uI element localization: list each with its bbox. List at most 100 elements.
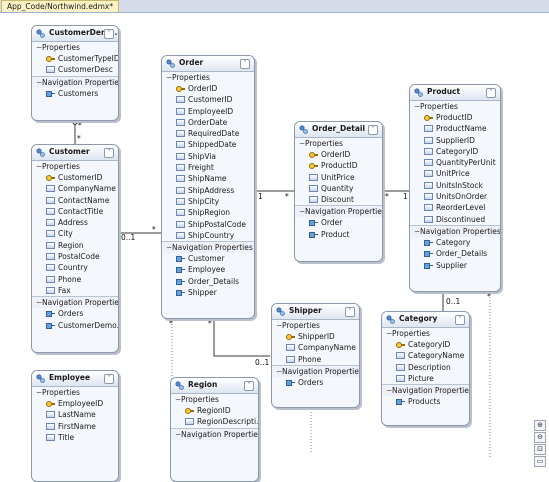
property-row[interactable]: FirstName bbox=[32, 421, 118, 432]
key-property-row[interactable]: EmployeeID bbox=[32, 398, 118, 409]
navigation-property-row[interactable]: CustomerDemo... bbox=[32, 320, 118, 331]
key-property-row[interactable]: ProductID bbox=[295, 160, 382, 171]
property-row[interactable]: ProductName bbox=[410, 123, 500, 134]
navigation-property-row[interactable]: Supplier bbox=[410, 260, 500, 271]
entity-shipper[interactable]: Shipper ˄ −Properties ShipperID CompanyName P… bbox=[271, 303, 360, 408]
property-row[interactable]: Description bbox=[382, 362, 469, 373]
properties-section-header[interactable]: −Properties bbox=[410, 101, 500, 112]
key-property-row[interactable]: ShipperID bbox=[272, 331, 359, 342]
navigation-property-row[interactable]: Shipper bbox=[162, 287, 254, 298]
navigation-property-row[interactable]: Employee bbox=[162, 264, 254, 275]
entity-employee[interactable]: Employee ˄ −Properties EmployeeID LastName Fi… bbox=[31, 370, 119, 482]
navigation-section-header[interactable]: −Navigation Properties bbox=[171, 427, 258, 440]
property-row[interactable]: Phone bbox=[272, 354, 359, 365]
navigation-property-row[interactable]: Category bbox=[410, 237, 500, 248]
properties-section-header[interactable]: −Properties bbox=[171, 394, 258, 405]
designer-canvas[interactable]: * * 0..1 * 1 * * 1 * 0..1 * * 0..1 Custo… bbox=[0, 13, 549, 482]
property-row[interactable]: ShipRegion bbox=[162, 207, 254, 218]
navigation-section-header[interactable]: −Navigation Properties bbox=[32, 296, 118, 309]
key-property-row[interactable]: CustomerID bbox=[32, 172, 118, 183]
property-row[interactable]: Fax bbox=[32, 285, 118, 296]
navigation-section-header[interactable]: −Navigation Properties bbox=[272, 364, 359, 377]
property-row[interactable]: RegionDescripti... bbox=[171, 416, 258, 427]
navigation-property-row[interactable]: Orders bbox=[32, 308, 118, 319]
property-row[interactable]: ReorderLevel bbox=[410, 202, 500, 213]
collapse-chevron-icon[interactable]: ˄ bbox=[104, 148, 114, 158]
key-property-row[interactable]: OrderID bbox=[295, 149, 382, 160]
collapse-chevron-icon[interactable]: ˄ bbox=[368, 125, 378, 135]
properties-section-header[interactable]: −Properties bbox=[382, 328, 469, 339]
property-row[interactable]: Title bbox=[32, 432, 118, 443]
properties-section-header[interactable]: −Properties bbox=[295, 138, 382, 149]
collapse-chevron-icon[interactable]: ˄ bbox=[240, 59, 250, 69]
key-property-row[interactable]: RegionID bbox=[171, 405, 258, 416]
navigation-property-row[interactable]: Product bbox=[295, 229, 382, 240]
property-row[interactable]: ShipCity bbox=[162, 196, 254, 207]
key-property-row[interactable]: CategoryID bbox=[382, 339, 469, 350]
zoom-in-icon[interactable]: ⊕ bbox=[534, 420, 546, 431]
property-row[interactable]: EmployeeID bbox=[162, 106, 254, 117]
key-property-row[interactable]: ProductID bbox=[410, 112, 500, 123]
property-row[interactable]: UnitsOnOrder bbox=[410, 191, 500, 202]
navigation-property-row[interactable]: Order_Details bbox=[410, 248, 500, 259]
collapse-chevron-icon[interactable]: ˄ bbox=[104, 374, 114, 384]
navigation-section-header[interactable]: −Navigation Properties bbox=[295, 205, 382, 218]
property-row[interactable]: QuantityPerUnit bbox=[410, 157, 500, 168]
collapse-chevron-icon[interactable]: ˄ bbox=[345, 307, 355, 317]
collapse-chevron-icon[interactable]: ˄ bbox=[244, 381, 254, 391]
zoom-fit-icon[interactable]: ⊡ bbox=[534, 444, 546, 455]
property-row[interactable]: UnitsInStock bbox=[410, 180, 500, 191]
property-row[interactable]: SupplierID bbox=[410, 135, 500, 146]
navigation-property-row[interactable]: Order bbox=[295, 217, 382, 228]
property-row[interactable]: Discontinued bbox=[410, 214, 500, 225]
properties-section-header[interactable]: −Properties bbox=[32, 387, 118, 398]
entity-customerdemographic[interactable]: CustomerDem... ˄ −Properties CustomerTypeID… bbox=[31, 25, 119, 121]
property-row[interactable]: Quantity bbox=[295, 183, 382, 194]
entity-category[interactable]: Category ˄ −Properties CategoryID CategoryNa… bbox=[381, 311, 470, 426]
navigation-property-row[interactable]: Customer bbox=[162, 253, 254, 264]
property-row[interactable]: CustomerID bbox=[162, 94, 254, 105]
property-row[interactable]: ShippedDate bbox=[162, 139, 254, 150]
property-row[interactable]: ShipPostalCode bbox=[162, 219, 254, 230]
properties-section-header[interactable]: −Properties bbox=[32, 42, 118, 53]
zoom-out-icon[interactable]: ⊖ bbox=[534, 432, 546, 443]
navigation-property-row[interactable]: Customers bbox=[32, 88, 118, 99]
property-row[interactable]: Country bbox=[32, 262, 118, 273]
property-row[interactable]: OrderDate bbox=[162, 117, 254, 128]
property-row[interactable]: CategoryName bbox=[382, 350, 469, 361]
entity-product[interactable]: Product ˄ −Properties ProductID ProductName S… bbox=[409, 84, 501, 292]
property-row[interactable]: ShipAddress bbox=[162, 185, 254, 196]
property-row[interactable]: RequiredDate bbox=[162, 128, 254, 139]
navigation-section-header[interactable]: −Navigation Properties bbox=[32, 75, 118, 88]
property-row[interactable]: PostalCode bbox=[32, 251, 118, 262]
collapse-chevron-icon[interactable]: ˄ bbox=[486, 88, 496, 98]
collapse-chevron-icon[interactable]: ˄ bbox=[104, 29, 114, 39]
key-property-row[interactable]: OrderID bbox=[162, 83, 254, 94]
property-row[interactable]: ShipCountry bbox=[162, 230, 254, 241]
property-row[interactable]: CompanyName bbox=[272, 342, 359, 353]
properties-section-header[interactable]: −Properties bbox=[272, 320, 359, 331]
property-row[interactable]: CategoryID bbox=[410, 146, 500, 157]
properties-section-header[interactable]: −Properties bbox=[32, 161, 118, 172]
property-row[interactable]: UnitPrice bbox=[295, 172, 382, 183]
property-row[interactable]: Phone bbox=[32, 274, 118, 285]
property-row[interactable]: Freight bbox=[162, 162, 254, 173]
zoom-100-icon[interactable]: ▭ bbox=[534, 456, 546, 467]
entity-region[interactable]: Region ˄ −Properties RegionID RegionDescript… bbox=[170, 377, 259, 482]
document-tab[interactable]: App_Code/Northwind.edmx* bbox=[1, 0, 120, 12]
navigation-section-header[interactable]: −Navigation Properties bbox=[410, 224, 500, 237]
navigation-property-row[interactable]: Orders bbox=[272, 377, 359, 388]
property-row[interactable]: CustomerDesc bbox=[32, 64, 118, 75]
key-property-row[interactable]: CustomerTypeID bbox=[32, 53, 118, 64]
property-row[interactable]: Discount bbox=[295, 194, 382, 205]
navigation-property-row[interactable]: Products bbox=[382, 396, 469, 407]
property-row[interactable]: ContactTitle bbox=[32, 206, 118, 217]
navigation-section-header[interactable]: −Navigation Properties bbox=[382, 384, 469, 397]
property-row[interactable]: CompanyName bbox=[32, 183, 118, 194]
navigation-section-header[interactable]: −Navigation Properties bbox=[162, 241, 254, 254]
entity-orderdetail[interactable]: Order_Detail ˄ −Properties OrderID ProductID… bbox=[294, 121, 383, 262]
property-row[interactable]: ShipName bbox=[162, 173, 254, 184]
navigation-property-row[interactable]: Order_Details bbox=[162, 276, 254, 287]
property-row[interactable]: ContactName bbox=[32, 195, 118, 206]
entity-order[interactable]: Order ˄ −Properties OrderID CustomerID Employ… bbox=[161, 55, 255, 319]
